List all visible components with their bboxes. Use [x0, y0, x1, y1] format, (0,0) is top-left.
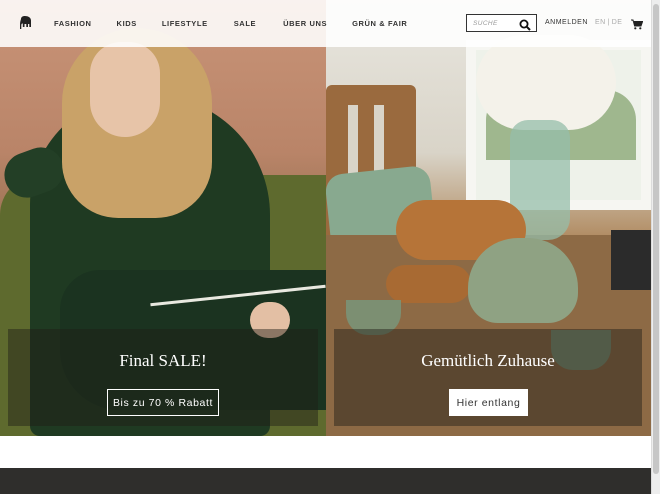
elephant-icon[interactable]	[18, 15, 34, 31]
nav-item-gruen-fair[interactable]: GRÜN & FAIR	[352, 19, 407, 28]
promo-title-sale: Final SALE!	[119, 351, 207, 370]
main-menu: FASHION KIDS LIFESTYLE SALE ÜBER UNS GRÜ…	[54, 0, 407, 47]
pastry-image-region	[386, 265, 471, 303]
language-switcher: EN | DE	[595, 19, 622, 26]
scrollbar-thumb[interactable]	[653, 4, 659, 474]
flowers-image-region	[476, 35, 616, 130]
nav-item-ueber-uns[interactable]: ÜBER UNS	[283, 19, 327, 28]
model-face-image-region	[90, 42, 160, 137]
shopping-cart-icon[interactable]	[631, 17, 644, 30]
books-image-region	[611, 230, 651, 290]
promo-title-home: Gemütlich Zuhause	[421, 351, 555, 370]
hier-entlang-button[interactable]: Hier entlang	[449, 389, 528, 416]
language-en[interactable]: EN	[595, 19, 606, 26]
tracksuit-stripe	[150, 284, 326, 307]
search-input[interactable]	[473, 17, 518, 29]
search-box	[466, 14, 537, 32]
promo-overlay-home: Gemütlich Zuhause Hier entlang	[334, 329, 642, 426]
footer-bar	[0, 468, 651, 494]
nav-item-fashion[interactable]: FASHION	[54, 19, 92, 28]
page-scrollbar[interactable]	[651, 0, 660, 494]
hero-section: Final SALE! Bis zu 70 % Rabatt Gemütlich…	[0, 0, 651, 436]
nav-item-sale[interactable]: SALE	[234, 19, 256, 28]
teapot-image-region	[468, 238, 578, 323]
search-icon[interactable]	[519, 18, 531, 31]
language-de[interactable]: DE	[612, 19, 623, 26]
login-link[interactable]: ANMELDEN	[545, 19, 588, 26]
nav-item-kids[interactable]: KIDS	[117, 19, 137, 28]
sale-discount-button[interactable]: Bis zu 70 % Rabatt	[107, 389, 219, 416]
language-separator: |	[607, 19, 610, 26]
top-navigation: FASHION KIDS LIFESTYLE SALE ÜBER UNS GRÜ…	[0, 0, 651, 47]
nav-item-lifestyle[interactable]: LIFESTYLE	[162, 19, 208, 28]
promo-overlay-sale: Final SALE! Bis zu 70 % Rabatt	[8, 329, 318, 426]
